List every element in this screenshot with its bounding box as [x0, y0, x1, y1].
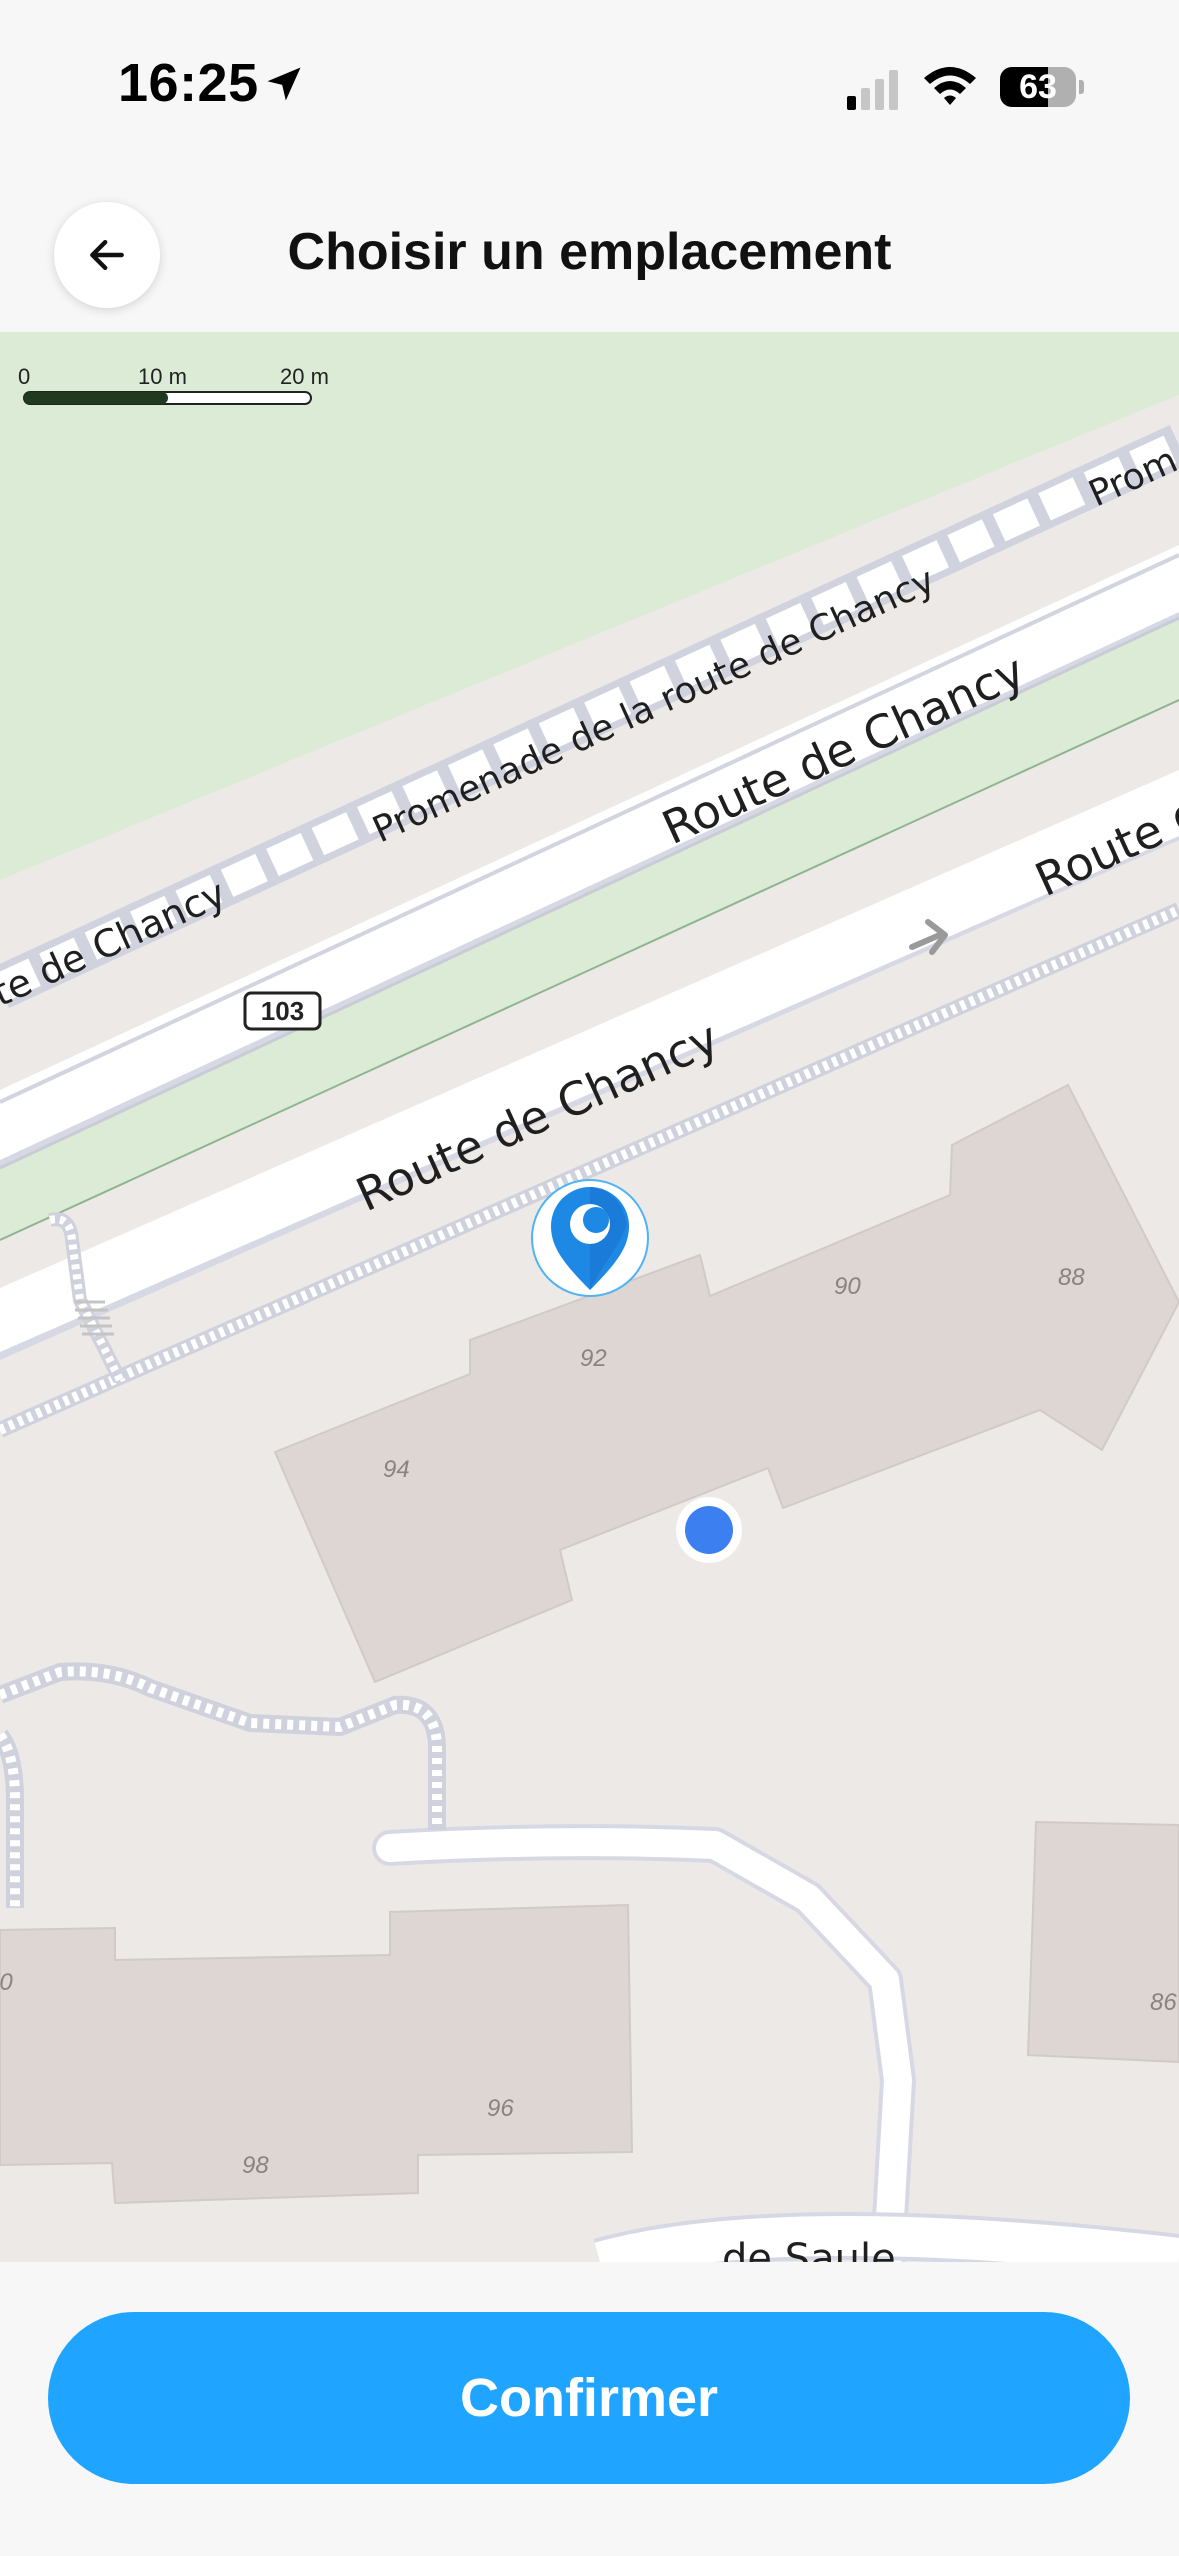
page-title: Choisir un emplacement [287, 223, 892, 281]
scale-label-10m: 10 m [138, 364, 187, 389]
confirm-button[interactable]: Confirmer [48, 2312, 1130, 2484]
footer: Confirmer [0, 2262, 1179, 2556]
status-time: 16:25 [118, 53, 259, 113]
route-badge-number: 103 [261, 996, 304, 1026]
house-number: 90 [834, 1273, 861, 1300]
location-arrow-icon [267, 67, 301, 101]
house-number: 88 [1058, 1264, 1085, 1291]
wifi-icon [924, 67, 976, 105]
house-number: 92 [580, 1345, 607, 1372]
house-number: 94 [383, 1456, 410, 1483]
header: Choisir un emplacement [0, 170, 1179, 332]
scale-label-0: 0 [18, 364, 30, 389]
location-pin-icon[interactable] [531, 1179, 649, 1297]
scale-label-20m: 20 m [280, 364, 329, 389]
house-number: 96 [487, 2095, 514, 2122]
battery-icon: 63 [1000, 67, 1076, 107]
battery-level: 63 [1019, 68, 1057, 106]
road-label-bottom: de Saule [722, 2236, 896, 2262]
battery-tip [1079, 80, 1084, 94]
house-number: 86 [1150, 1989, 1177, 2016]
map-canvas[interactable]: 0 10 m 20 m Promenade de la route de Cha… [0, 332, 1179, 2262]
map-view[interactable]: 0 10 m 20 m Promenade de la route de Cha… [0, 332, 1179, 2262]
current-location-dot [676, 1497, 742, 1563]
cellular-signal-icon [847, 70, 898, 110]
status-bar: 16:25 63 [0, 0, 1179, 170]
route-badge: 103 [243, 991, 322, 1031]
house-number: 90 [0, 1969, 13, 1996]
house-number: 98 [242, 2152, 269, 2179]
building-block-east [1026, 1820, 1179, 2064]
